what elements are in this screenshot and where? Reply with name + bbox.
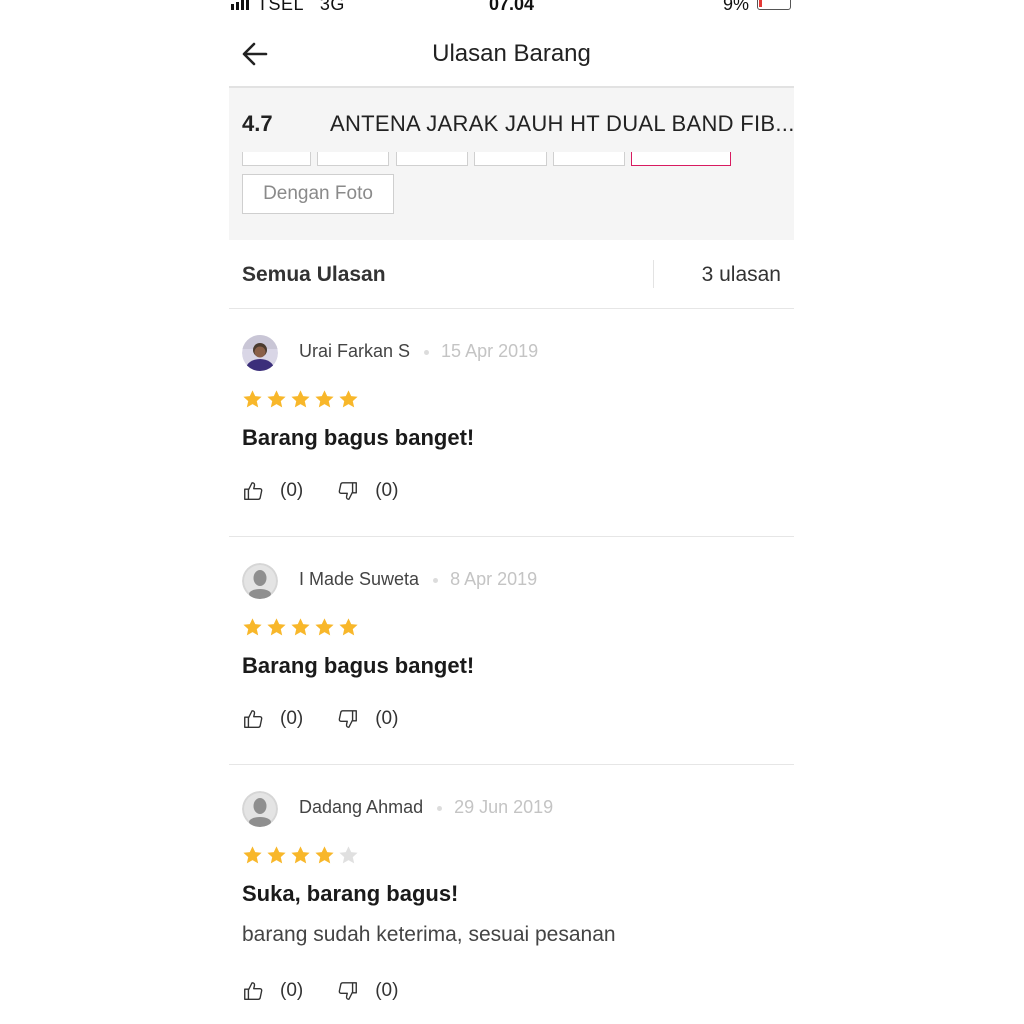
thumbs-up-icon bbox=[244, 710, 263, 728]
star-empty-icon bbox=[339, 846, 358, 864]
dislike-button[interactable]: (0) bbox=[337, 980, 398, 1002]
reviewer-info: Urai Farkan S 15 Apr 2019 bbox=[299, 341, 538, 362]
like-button[interactable]: (0) bbox=[242, 480, 303, 502]
separator-dot bbox=[433, 577, 439, 583]
dislike-count: (0) bbox=[375, 980, 399, 1001]
product-name: ANTENA JARAK JAUH HT DUAL BAND FIB... bbox=[330, 111, 794, 136]
default-avatar-icon bbox=[242, 563, 278, 599]
review-count: 3 ulasan bbox=[701, 263, 781, 286]
review-body: barang sudah keterima, sesuai pesanan bbox=[242, 923, 616, 946]
thumbs-down-icon bbox=[338, 482, 358, 500]
separator-dot bbox=[437, 805, 443, 811]
avatar bbox=[242, 563, 278, 599]
reviewer-name: Urai Farkan S bbox=[299, 341, 411, 361]
like-count: (0) bbox=[280, 708, 304, 729]
star-filled-icon bbox=[267, 618, 286, 636]
divider bbox=[653, 260, 654, 288]
user-photo-icon bbox=[242, 335, 278, 371]
reviewer-info: Dadang Ahmad 29 Jun 2019 bbox=[299, 797, 553, 818]
star-filled-icon bbox=[267, 846, 286, 864]
review-item: Dadang Ahmad 29 Jun 2019 Suka, barang bag… bbox=[229, 791, 794, 1024]
dislike-count: (0) bbox=[375, 708, 399, 729]
like-button[interactable]: (0) bbox=[242, 980, 303, 1002]
carrier-label: TSEL 3G bbox=[257, 0, 345, 14]
star-filled-icon bbox=[267, 390, 286, 408]
rating-filter-chip[interactable] bbox=[474, 152, 547, 166]
rating-filter-chip[interactable] bbox=[242, 152, 311, 166]
star-filled-icon bbox=[243, 618, 262, 636]
battery-icon bbox=[757, 0, 791, 10]
dislike-count: (0) bbox=[375, 480, 399, 501]
average-rating: 4.7 bbox=[242, 111, 273, 136]
thumbs-down-icon bbox=[338, 982, 358, 1000]
thumbs-up-icon bbox=[244, 982, 263, 1000]
product-summary: 4.7 ANTENA JARAK JAUH HT DUAL BAND FIB..… bbox=[229, 88, 794, 240]
star-filled-icon bbox=[291, 618, 310, 636]
like-button[interactable]: (0) bbox=[242, 708, 303, 730]
dislike-button[interactable]: (0) bbox=[337, 708, 398, 730]
all-reviews-bar: Semua Ulasan 3 ulasan bbox=[229, 240, 794, 309]
reviewer-info: I Made Suweta 8 Apr 2019 bbox=[299, 569, 537, 590]
review-title: Suka, barang bagus! bbox=[242, 881, 459, 906]
star-filled-icon bbox=[291, 390, 310, 408]
like-count: (0) bbox=[280, 980, 304, 1001]
star-rating bbox=[242, 389, 359, 410]
star-filled-icon bbox=[315, 618, 334, 636]
review-item: I Made Suweta 8 Apr 2019 Barang bagus ban… bbox=[229, 563, 794, 765]
star-filled-icon bbox=[243, 390, 262, 408]
vote-bar: (0) (0) bbox=[242, 980, 398, 1002]
page-title: Ulasan Barang bbox=[432, 40, 591, 67]
review-date: 29 Jun 2019 bbox=[454, 797, 554, 817]
vote-bar: (0) (0) bbox=[242, 480, 398, 502]
thumbs-up-icon bbox=[244, 482, 263, 500]
reviewer-name: Dadang Ahmad bbox=[299, 797, 424, 817]
separator-dot bbox=[424, 349, 430, 355]
vote-bar: (0) (0) bbox=[242, 708, 398, 730]
clock: 07.04 bbox=[489, 0, 535, 14]
review-date: 8 Apr 2019 bbox=[450, 569, 538, 589]
review-title: Barang bagus banget! bbox=[242, 653, 475, 678]
avatar bbox=[242, 791, 278, 827]
review-title: Barang bagus banget! bbox=[242, 425, 475, 450]
like-count: (0) bbox=[280, 480, 304, 501]
default-avatar-icon bbox=[242, 791, 278, 827]
star-filled-icon bbox=[339, 390, 358, 408]
star-rating bbox=[242, 845, 359, 866]
star-filled-icon bbox=[291, 846, 310, 864]
rating-filter-chip[interactable] bbox=[553, 152, 625, 166]
avatar bbox=[242, 335, 278, 371]
dislike-button[interactable]: (0) bbox=[337, 480, 398, 502]
thumbs-down-icon bbox=[338, 710, 358, 728]
star-rating bbox=[242, 617, 359, 638]
status-bar: TSEL 3G 07.04 9% bbox=[229, 0, 794, 14]
reviewer-name: I Made Suweta bbox=[299, 569, 420, 589]
battery-percent: 9% bbox=[723, 0, 750, 14]
nav-header: Ulasan Barang bbox=[229, 26, 794, 86]
rating-filter-chip[interactable] bbox=[396, 152, 468, 166]
star-filled-icon bbox=[315, 390, 334, 408]
star-filled-icon bbox=[339, 618, 358, 636]
rating-filter-chip[interactable] bbox=[317, 152, 389, 166]
review-item: Urai Farkan S 15 Apr 2019 Barang bagus ba… bbox=[229, 335, 794, 537]
photo-filter-button[interactable]: Dengan Foto bbox=[242, 174, 394, 214]
signal-icon bbox=[231, 0, 249, 10]
rating-filter-chip-active[interactable] bbox=[631, 152, 731, 166]
star-filled-icon bbox=[315, 846, 334, 864]
all-reviews-label: Semua Ulasan bbox=[242, 263, 386, 286]
review-date: 15 Apr 2019 bbox=[441, 341, 539, 361]
review-screen: TSEL 3G 07.04 9% Ulasan Barang 4.7 ANTEN… bbox=[229, 0, 794, 1024]
star-filled-icon bbox=[243, 846, 262, 864]
